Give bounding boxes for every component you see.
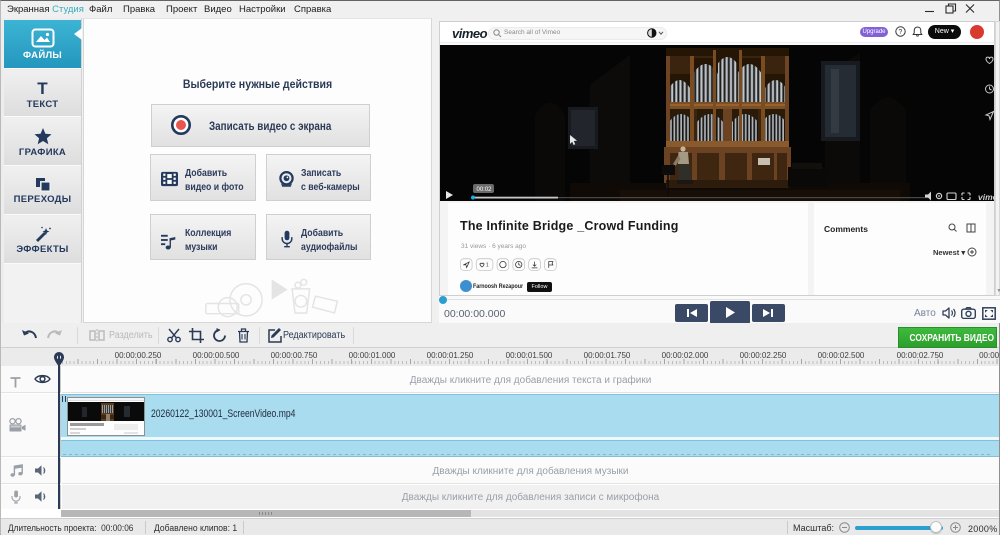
svg-text:1: 1 bbox=[486, 262, 489, 268]
svg-text:vimeo: vimeo bbox=[978, 192, 994, 201]
svg-text:00:02: 00:02 bbox=[477, 187, 493, 193]
svg-text:?: ? bbox=[898, 29, 902, 36]
